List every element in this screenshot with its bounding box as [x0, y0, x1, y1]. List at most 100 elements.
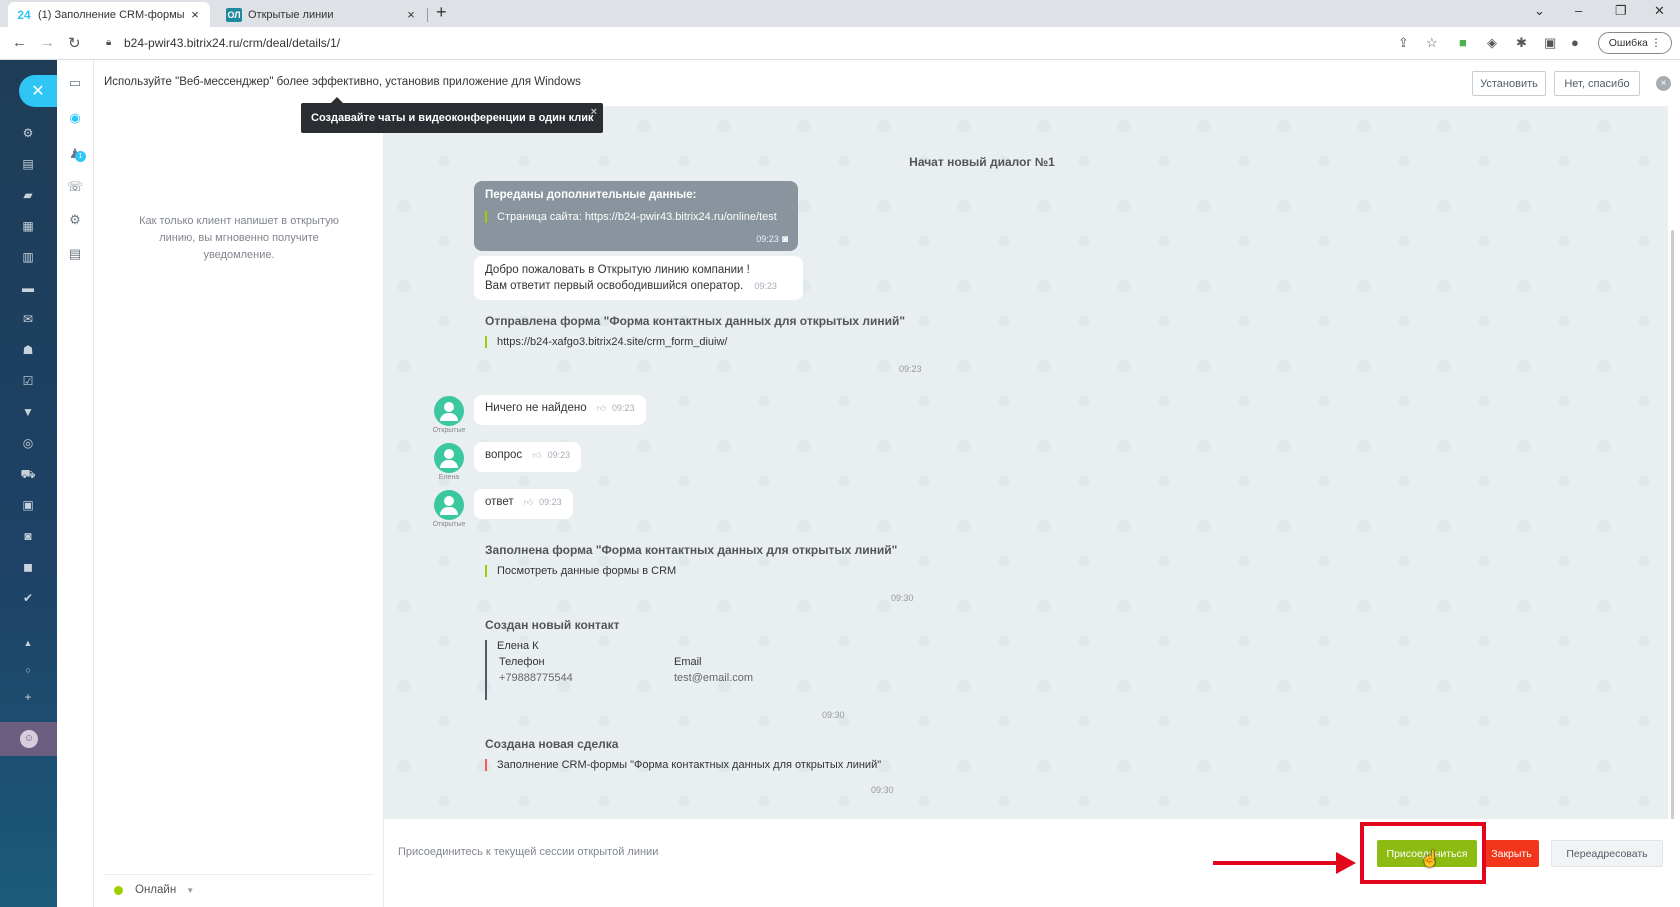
welcome-line-1: Добро пожаловать в Открытую линию компан…: [485, 264, 750, 276]
operator-avatar[interactable]: [434, 490, 464, 520]
documents-icon[interactable]: ▥: [20, 250, 36, 264]
forward-button[interactable]: Переадресовать: [1551, 840, 1663, 867]
copy-icon[interactable]: ◙: [782, 234, 788, 245]
empty-state-text: Как только клиент напишет в открытую лин…: [139, 215, 339, 261]
drive-icon[interactable]: ▬: [20, 281, 36, 295]
extra-data-line: Страница сайта: https://b24-pwir43.bitri…: [485, 211, 787, 223]
forward-arrow-icon[interactable]: →: [40, 34, 55, 51]
recent-dialogs-panel: Как только клиент напишет в открытую лин…: [94, 106, 384, 907]
profile-avatar-icon[interactable]: ●: [1571, 35, 1579, 50]
close-session-button[interactable]: Закрыть: [1484, 840, 1539, 867]
chat-icon[interactable]: ▰: [20, 188, 36, 202]
address-bar: ← → ↻ 🔒︎ b24-pwir43.bitrix24.ru/crm/deal…: [0, 27, 1680, 60]
like-icon[interactable]: 👍︎: [532, 450, 541, 460]
message-time: 09:30: [822, 710, 845, 720]
plus-icon[interactable]: +: [20, 690, 36, 704]
mail-icon[interactable]: ✉: [20, 312, 36, 326]
open-lines-active-item[interactable]: ☺: [0, 722, 57, 756]
check-circle-icon[interactable]: ✔: [20, 591, 36, 605]
contact-card[interactable]: Елена К Телефон +79888775544 Email test@…: [485, 640, 845, 700]
annotation-arrow-head: [1336, 852, 1356, 874]
status-selector[interactable]: Онлайн ▼: [114, 884, 194, 896]
message-time: 09:30: [871, 785, 894, 795]
browser-tab-bar: 24 (1) Заполнение CRM-формы "Ф × ОЛ Откр…: [0, 0, 1680, 27]
triangle-icon[interactable]: ▲: [20, 636, 36, 650]
box-icon[interactable]: ◼: [20, 560, 36, 574]
lock-icon[interactable]: 🔒︎: [106, 37, 111, 48]
reload-icon[interactable]: ↻: [68, 34, 81, 52]
restore-button[interactable]: ❐: [1615, 3, 1627, 19]
tooltip-close-icon[interactable]: ×: [591, 106, 597, 118]
close-messenger-button[interactable]: ✕: [19, 75, 57, 107]
like-icon[interactable]: 👍︎: [524, 497, 533, 507]
chats-icon[interactable]: ▭: [67, 75, 83, 91]
feed-icon[interactable]: ⚙: [20, 126, 36, 140]
mouse-cursor-icon: ☝: [1420, 851, 1440, 868]
settings-small-icon[interactable]: ○: [20, 663, 36, 677]
client-avatar[interactable]: [434, 443, 464, 473]
form-sent-block: Отправлена форма "Форма контактных данны…: [485, 314, 925, 374]
message-bubble: Ничего не найдено 👍︎ 09:23: [474, 395, 646, 425]
contact-name: Елена К: [497, 640, 539, 652]
no-thanks-button[interactable]: Нет, спасибо: [1554, 71, 1640, 96]
messenger-tooltip: Создавайте чаты и видеоконференции в оди…: [301, 97, 603, 133]
window-close-button[interactable]: ✕: [1654, 3, 1665, 19]
share-icon[interactable]: ⇪: [1398, 35, 1409, 51]
tab-close-icon[interactable]: ×: [404, 7, 418, 22]
deal-link[interactable]: Заполнение CRM-формы "Форма контактных д…: [485, 759, 925, 771]
shop-cart-icon[interactable]: ⛟: [20, 467, 36, 481]
settings-gear-icon[interactable]: ⚙: [67, 212, 83, 228]
status-label: Онлайн: [135, 884, 177, 896]
checklist-icon[interactable]: ☑: [20, 374, 36, 388]
phone-icon[interactable]: ☏: [67, 179, 83, 195]
view-form-data-link[interactable]: Посмотреть данные формы в CRM: [485, 565, 925, 577]
open-lines-icon[interactable]: ◉: [67, 110, 83, 126]
like-icon[interactable]: 👍︎: [597, 403, 606, 413]
open-lines-favicon-icon: ОЛ: [226, 7, 242, 22]
new-deal-title: Создана новая сделка: [485, 737, 619, 751]
contact-center-icon[interactable]: ▣: [20, 498, 36, 512]
tab-close-icon[interactable]: ×: [188, 7, 202, 22]
groups-icon[interactable]: ☗: [20, 343, 36, 357]
phone-value: +79888775544: [499, 672, 573, 684]
side-panel-icon[interactable]: ▣: [1544, 35, 1556, 51]
annotation-arrow: [1213, 861, 1343, 865]
tab-search-icon[interactable]: ⌄: [1534, 3, 1545, 19]
join-hint-text: Присоединитесь к текущей сессии открытой…: [398, 846, 659, 858]
shield-extension-icon[interactable]: ◈: [1487, 35, 1497, 51]
message-time: 09:23: [539, 497, 562, 507]
message-time: 09:23: [756, 234, 779, 244]
message-text: Ничего не найдено: [485, 402, 587, 414]
chat-scrollbar[interactable]: [1671, 230, 1674, 820]
target-icon[interactable]: ◎: [20, 436, 36, 450]
bookmark-star-icon[interactable]: ☆: [1426, 35, 1438, 51]
message-text: ответ: [485, 496, 514, 508]
new-contact-block: Создан новый контакт Елена К Телефон +79…: [485, 618, 845, 720]
new-deal-block: Создана новая сделка Заполнение CRM-форм…: [485, 737, 925, 797]
message-bubble: ответ 👍︎ 09:23: [474, 489, 573, 519]
operator-avatar[interactable]: [434, 396, 464, 426]
new-tab-button[interactable]: +: [436, 2, 447, 23]
tab-open-lines[interactable]: ОЛ Открытые линии ×: [218, 2, 426, 27]
notes-icon[interactable]: ▤: [67, 246, 83, 262]
crm-filter-icon[interactable]: ▼: [20, 405, 36, 419]
chat-area[interactable]: Начат новый диалог №1 Переданы дополните…: [384, 106, 1668, 819]
tasks-icon[interactable]: ▤: [20, 157, 36, 171]
calendar-icon[interactable]: ▦: [20, 219, 36, 233]
tab-divider: [427, 8, 428, 22]
avatar-label: Открытые: [432, 427, 466, 434]
tab-crm-form[interactable]: 24 (1) Заполнение CRM-формы "Ф ×: [8, 2, 210, 27]
puzzle-extensions-icon[interactable]: ✱: [1516, 35, 1527, 51]
install-button[interactable]: Установить: [1472, 71, 1546, 96]
profile-error-label: Ошибка: [1608, 37, 1648, 49]
robot-icon[interactable]: ◙: [20, 529, 36, 543]
back-arrow-icon[interactable]: ←: [12, 34, 27, 51]
divider: [104, 874, 374, 875]
minimize-button[interactable]: –: [1575, 3, 1582, 18]
notice-close-icon[interactable]: ×: [1656, 76, 1671, 91]
extension-icon[interactable]: ■: [1459, 35, 1467, 50]
form-sent-link[interactable]: https://b24-xafgo3.bitrix24.site/crm_for…: [485, 336, 925, 348]
profile-error-button[interactable]: Ошибка ⋮: [1598, 32, 1672, 54]
dialog-start-label: Начат новый диалог №1: [909, 155, 1055, 169]
url-field[interactable]: b24-pwir43.bitrix24.ru/crm/deal/details/…: [124, 36, 340, 50]
